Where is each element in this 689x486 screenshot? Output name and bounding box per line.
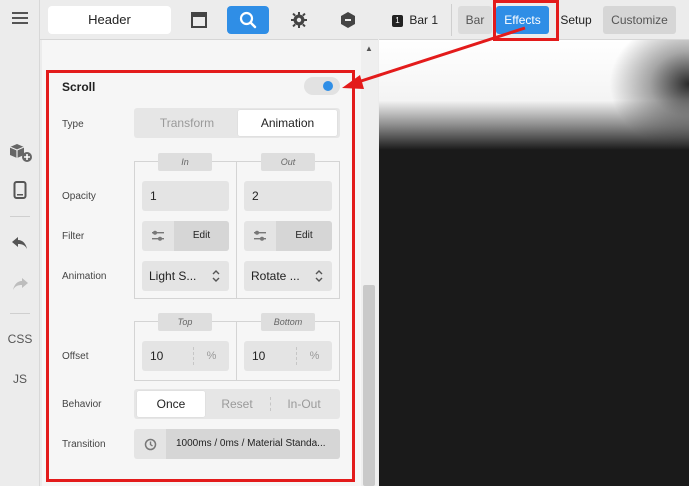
- css-button[interactable]: CSS: [0, 332, 40, 346]
- tab-bar-1-label: Bar 1: [409, 13, 439, 27]
- hamburger-menu-icon[interactable]: [0, 10, 40, 31]
- layout-icon[interactable]: [178, 6, 220, 34]
- add-block-icon[interactable]: [0, 141, 40, 168]
- js-button[interactable]: JS: [0, 372, 40, 386]
- tab-bar[interactable]: Bar: [458, 6, 492, 34]
- tab-bar-1[interactable]: 1 Bar 1: [386, 6, 446, 34]
- header-button[interactable]: Header: [48, 6, 171, 34]
- bar-number-badge: 1: [392, 15, 403, 27]
- undo-icon[interactable]: [0, 235, 40, 256]
- tab-setup[interactable]: Setup: [556, 6, 596, 34]
- rail-divider: [10, 313, 30, 314]
- highlight-box-effects-tab: [493, 0, 559, 41]
- tab-customize[interactable]: Customize: [603, 6, 676, 34]
- canvas-shadow: [609, 40, 689, 150]
- rail-divider: [10, 216, 30, 217]
- hexagon-code-icon[interactable]: [327, 6, 369, 34]
- left-rail: CSS JS: [0, 0, 40, 486]
- gear-icon[interactable]: [278, 6, 320, 34]
- search-icon: [239, 11, 257, 29]
- redo-icon[interactable]: [0, 276, 40, 297]
- mobile-device-icon[interactable]: [0, 181, 40, 204]
- tab-divider: [451, 4, 452, 36]
- highlight-box-panel: [46, 70, 355, 482]
- scrollbar-thumb[interactable]: [363, 285, 375, 486]
- search-button[interactable]: [227, 6, 269, 34]
- scroll-up-arrow-icon[interactable]: ▲: [363, 44, 375, 56]
- canvas-preview[interactable]: [379, 40, 689, 486]
